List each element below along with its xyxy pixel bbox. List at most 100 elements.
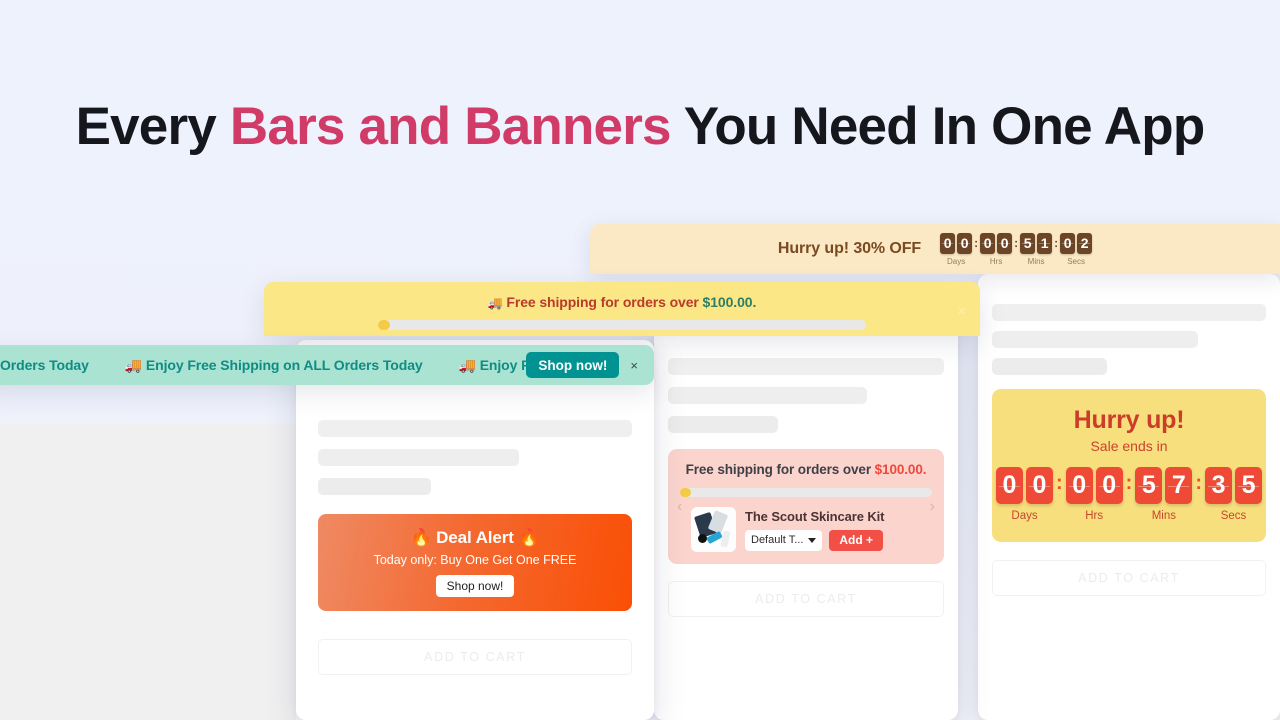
progress-knob xyxy=(680,488,691,497)
storefront-card-middle: ‹ › Free shipping for orders over $100.0… xyxy=(654,300,958,720)
countdown-unit-seconds: 0 2 Secs xyxy=(1060,232,1093,266)
countdown-digit: 0 xyxy=(1065,467,1093,504)
skeleton-line xyxy=(992,358,1108,375)
countdown-unit-label: Secs xyxy=(1220,510,1247,522)
skeleton-line xyxy=(318,478,432,495)
close-icon[interactable]: × xyxy=(957,304,966,319)
countdown-digit: 5 xyxy=(1235,467,1263,504)
countdown-unit-hours: 0 0 Hrs xyxy=(1065,467,1123,522)
page-title-accent: Bars and Banners xyxy=(229,97,672,156)
skeleton-line xyxy=(318,449,519,466)
deal-alert-subtitle: Today only: Buy One Get One FREE xyxy=(373,553,577,567)
free-shipping-bar-amount: $100.00. xyxy=(702,294,757,310)
countdown-digit: 2 xyxy=(1077,232,1093,254)
page-title-part1: Every xyxy=(75,97,230,156)
marquee-actions: Shop now! × xyxy=(526,345,646,385)
countdown-widget-hurry-up: Hurry up! Sale ends in 0 0 Days : 0 0 Hr xyxy=(992,389,1266,542)
countdown-digit: 3 xyxy=(1205,467,1233,504)
progress-knob xyxy=(378,320,390,330)
skeleton-line xyxy=(318,420,632,437)
free-shipping-widget: ‹ › Free shipping for orders over $100.0… xyxy=(668,449,944,564)
countdown-title: Hurry up! xyxy=(1073,406,1185,434)
announcement-bar-countdown: Hurry up! 30% OFF 0 0 Days : 0 0 Hrs : 5… xyxy=(590,224,1280,274)
countdown-digit: 0 xyxy=(1060,232,1076,254)
product-image-placeholder xyxy=(0,424,296,720)
countdown-bar-timer: 0 0 Days : 0 0 Hrs : 5 1 Mins : 0 2 Secs xyxy=(940,232,1093,266)
free-shipping-bar-progress xyxy=(378,320,866,330)
skeleton-line xyxy=(668,387,867,404)
countdown-digit: 0 xyxy=(997,232,1013,254)
product-name: The Scout Skincare Kit xyxy=(745,508,885,524)
countdown-unit-seconds: 3 5 Secs xyxy=(1205,467,1263,522)
storefront-card-left: 🔥 Deal Alert 🔥 Today only: Buy One Get O… xyxy=(296,340,654,720)
marquee-message: 🚚 Enjoy Free Shipping on ALL Orders Toda… xyxy=(124,356,423,373)
deal-alert-title: 🔥 Deal Alert 🔥 xyxy=(410,528,540,547)
countdown-digit: 0 xyxy=(996,467,1023,504)
countdown-unit-minutes: 5 1 Mins xyxy=(1020,232,1053,266)
countdown-unit-label: Mins xyxy=(1027,256,1045,266)
carousel-next-icon[interactable]: › xyxy=(930,498,935,515)
free-shipping-bar-text: Free shipping for orders over xyxy=(506,294,703,310)
skeleton-line xyxy=(992,304,1266,321)
countdown-digit: 0 xyxy=(940,232,956,254)
countdown-digit: 0 xyxy=(957,232,973,254)
countdown-digit: 0 xyxy=(1026,467,1053,504)
card-right-content: Hurry up! Sale ends in 0 0 Days : 0 0 Hr xyxy=(978,274,1280,596)
countdown-unit-label: Mins xyxy=(1151,510,1176,522)
upsell-product-row: The Scout Skincare Kit Default T... Add … xyxy=(680,507,932,552)
countdown-unit-label: Days xyxy=(1011,510,1038,522)
deal-shop-now-button[interactable]: Shop now! xyxy=(435,575,515,597)
free-shipping-bar-message: 🚚 Free shipping for orders over $100.00. xyxy=(264,294,980,310)
chevron-down-icon xyxy=(808,537,817,543)
countdown-digit: 0 xyxy=(1095,467,1123,504)
product-thumbnail xyxy=(691,507,736,552)
skeleton-line xyxy=(668,416,779,433)
countdown-separator: : xyxy=(1056,472,1063,494)
countdown-separator: : xyxy=(1195,472,1203,494)
carousel-prev-icon[interactable]: ‹ xyxy=(677,498,682,515)
card-middle-content: ‹ › Free shipping for orders over $100.0… xyxy=(654,300,958,617)
countdown-separator: : xyxy=(1014,235,1019,250)
countdown-unit-hours: 0 0 Hrs xyxy=(980,232,1013,266)
product-info: The Scout Skincare Kit Default T... Add … xyxy=(745,508,885,551)
add-to-cart-button[interactable]: ADD TO CART xyxy=(992,560,1266,596)
countdown-subtitle: Sale ends in xyxy=(1090,438,1168,454)
countdown-digit: 1 xyxy=(1037,232,1053,254)
countdown-digit: 0 xyxy=(980,232,996,254)
countdown-unit-label: Hrs xyxy=(1085,510,1104,522)
variant-select-value: Default T... xyxy=(751,534,804,546)
add-to-cart-button[interactable]: ADD TO CART xyxy=(318,639,632,675)
storefront-card-right: Hurry up! Sale ends in 0 0 Days : 0 0 Hr xyxy=(978,274,1280,720)
shop-now-button[interactable]: Shop now! xyxy=(526,352,620,378)
countdown-digit: 5 xyxy=(1020,232,1036,254)
add-product-button[interactable]: Add + xyxy=(829,529,884,551)
product-controls: Default T... Add + xyxy=(745,529,884,551)
countdown-digit: 7 xyxy=(1165,467,1193,504)
countdown-unit-label: Secs xyxy=(1067,256,1085,266)
add-to-cart-button[interactable]: ADD TO CART xyxy=(668,581,944,617)
page-title-part2: You Need In One App xyxy=(670,97,1206,156)
announcement-bar-free-shipping: 🚚 Free shipping for orders over $100.00.… xyxy=(264,282,980,336)
free-shipping-text: Free shipping for orders over xyxy=(685,462,875,477)
countdown-unit-label: Days xyxy=(946,256,966,266)
countdown-separator: : xyxy=(1054,235,1059,250)
countdown-digit: 5 xyxy=(1135,467,1163,504)
deal-alert-widget: 🔥 Deal Alert 🔥 Today only: Buy One Get O… xyxy=(318,514,632,611)
skeleton-line xyxy=(992,331,1198,348)
free-shipping-amount: $100.00. xyxy=(874,462,927,477)
skeleton-line xyxy=(668,358,944,375)
free-shipping-message: Free shipping for orders over $100.00. xyxy=(680,462,932,477)
free-shipping-progress-bar xyxy=(680,488,932,497)
card-left-content: 🔥 Deal Alert 🔥 Today only: Buy One Get O… xyxy=(296,340,654,675)
marquee-message: Orders Today xyxy=(0,357,89,373)
countdown-separator: : xyxy=(974,235,979,250)
close-icon[interactable]: × xyxy=(630,359,638,372)
countdown-unit-label: Hrs xyxy=(989,256,1003,266)
page-title: Every Bars and Banners You Need In One A… xyxy=(0,96,1280,157)
variant-select[interactable]: Default T... xyxy=(745,529,823,551)
truck-icon: 🚚 xyxy=(487,296,503,310)
countdown-bar-message: Hurry up! 30% OFF xyxy=(777,240,922,257)
countdown-separator: : xyxy=(1125,472,1133,494)
countdown-unit-days: 0 0 Days xyxy=(996,467,1053,522)
countdown-unit-days: 0 0 Days xyxy=(940,232,973,266)
